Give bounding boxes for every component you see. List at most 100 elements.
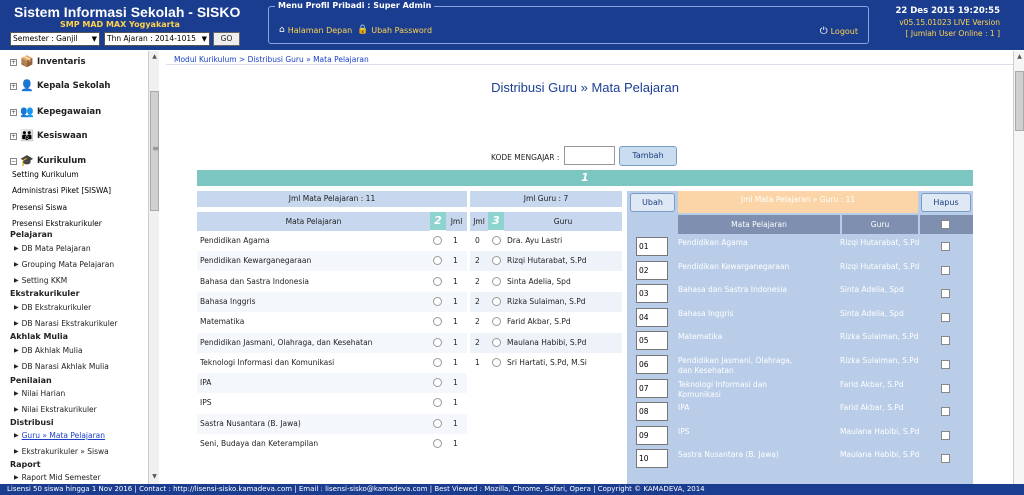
guru-row[interactable]: 2 Sinta Adelia, Spd — [470, 271, 622, 292]
sidebar-item-nilai-harian[interactable]: ▶ Nilai Harian — [14, 389, 65, 399]
guru-row[interactable]: 2 Farid Akbar, S.Pd — [470, 312, 622, 333]
row-checkbox[interactable] — [941, 265, 950, 275]
kode-input[interactable]: 05 — [636, 331, 668, 351]
mapel-radio[interactable] — [433, 439, 442, 448]
sidebar-item-presensi-siswa[interactable]: Presensi Siswa — [12, 203, 67, 212]
home-link[interactable]: ⌂ Halaman Depan — [279, 25, 352, 35]
mapel-row[interactable]: Sastra Nusantara (B. Jawa) 1 — [197, 413, 467, 434]
guru-radio[interactable] — [492, 256, 501, 266]
row-checkbox[interactable] — [941, 383, 950, 393]
kode-input[interactable]: 09 — [636, 425, 668, 445]
semester-select[interactable]: Semester : Ganjil ▼ — [10, 32, 100, 46]
main-scrollbar[interactable]: ▲ — [1013, 51, 1024, 484]
row-checkbox[interactable] — [941, 242, 950, 251]
mapel-radio[interactable] — [433, 256, 442, 266]
mapel-radio[interactable] — [433, 296, 442, 306]
mapel-radio[interactable] — [433, 317, 442, 327]
guru-radio[interactable] — [492, 357, 501, 367]
sidebar-item-setting-kurikulum[interactable]: Setting Kurikulum — [12, 170, 79, 179]
go-button[interactable]: GO — [213, 32, 240, 46]
sidebar-item-setting-kkm[interactable]: ▶ Setting KKM — [14, 276, 67, 286]
sidebar-scrollbar[interactable]: ▲ ≡ ▼ — [148, 51, 159, 484]
scroll-up-icon[interactable]: ▲ — [1015, 53, 1024, 62]
mapel-radio[interactable] — [433, 276, 442, 286]
sidebar-item-administrasi-piket[interactable]: Administrasi Piket [SISWA] — [12, 186, 111, 195]
guru-radio[interactable] — [492, 337, 501, 347]
mapel-row[interactable]: Matematika 1 — [197, 312, 467, 333]
kode-input[interactable]: 04 — [636, 307, 668, 327]
sidebar-item-grouping-mata-pelajaran[interactable]: ▶ Grouping Mata Pelajaran — [14, 260, 114, 270]
mapel-name: Bahasa dan Sastra Indonesia — [200, 276, 310, 286]
sidebar-module-kurikulum[interactable]: − 🎓 Kurikulum — [10, 154, 86, 168]
sidebar-item-ekstrakurikuler-siswa[interactable]: ▶ Ekstrakurikuler » Siswa — [14, 447, 109, 457]
row-checkbox[interactable] — [941, 289, 950, 299]
logout-button[interactable]: ⏻ Logout — [820, 26, 858, 37]
mapel-radio[interactable] — [433, 337, 442, 347]
mapel-row[interactable]: Pendidikan Jasmani, Olahraga, dan Keseha… — [197, 332, 467, 353]
hapus-button[interactable]: Hapus — [921, 193, 971, 212]
sidebar-item-db-akhlak-mulia[interactable]: ▶ DB Akhlak Mulia — [14, 346, 83, 356]
guru-row[interactable]: 2 Maulana Habibi, S.Pd — [470, 332, 622, 353]
mapel-row[interactable]: IPA 1 — [197, 373, 467, 394]
mapel-radio[interactable] — [433, 357, 442, 367]
mapel-radio[interactable] — [433, 418, 442, 428]
guru-radio[interactable] — [492, 296, 501, 306]
profile-menu: Menu Profil Pribadi : Super Admin ⌂ Halam… — [268, 1, 869, 44]
change-password-link[interactable]: 🔒 Ubah Password — [357, 25, 432, 35]
guru-radio[interactable] — [492, 317, 501, 327]
mapel-row[interactable]: IPS 1 — [197, 393, 467, 414]
tambah-button[interactable]: Tambah — [619, 146, 677, 166]
sidebar-item-guru-mata-pelajaran[interactable]: ▶ Guru » Mata Pelajaran — [14, 431, 105, 441]
sidebar-item-label: Setting KKM — [21, 276, 68, 285]
sidebar-item-db-narasi-ekstrakurikuler[interactable]: ▶ DB Narasi Ekstrakurikuler — [14, 319, 117, 329]
kode-input[interactable]: 10 — [636, 449, 668, 469]
mapel-row[interactable]: Pendidikan Kewarganegaraan 1 — [197, 251, 467, 272]
triangle-right-icon: ▶ — [14, 277, 19, 284]
ubah-button[interactable]: Ubah — [630, 193, 675, 212]
sidebar-scroll-thumb[interactable]: ≡ — [150, 91, 159, 211]
kode-input[interactable]: 02 — [636, 260, 668, 280]
kode-input[interactable]: 03 — [636, 284, 668, 304]
kode-mengajar-input[interactable] — [564, 146, 615, 165]
kode-input[interactable]: 01 — [636, 237, 668, 256]
sidebar-item-nilai-ekstrakurikuler[interactable]: ▶ Nilai Ekstrakurikuler — [14, 405, 97, 415]
guru-row[interactable]: 2 Rizka Sulaiman, S.Pd — [470, 291, 622, 312]
sidebar-module-kesiswaan[interactable]: + 👪 Kesiswaan — [10, 129, 88, 143]
row-checkbox[interactable] — [941, 312, 950, 322]
guru-row[interactable]: 1 Sri Hartati, S.Pd, M.Si — [470, 352, 622, 373]
sidebar-item-db-ekstrakurikuler[interactable]: ▶ DB Ekstrakurikuler — [14, 303, 91, 313]
row-checkbox[interactable] — [941, 407, 950, 417]
breadcrumb[interactable]: Modul Kurikulum > Distribusi Guru » Mata… — [174, 55, 369, 64]
mapel-radio[interactable] — [433, 378, 442, 388]
mapel-row[interactable]: Bahasa Inggris 1 — [197, 291, 467, 312]
row-checkbox[interactable] — [941, 360, 950, 369]
guru-radio[interactable] — [492, 276, 501, 286]
mapel-radio[interactable] — [433, 236, 442, 245]
kode-input[interactable]: 08 — [636, 402, 668, 422]
mapel-radio[interactable] — [433, 398, 442, 408]
row-checkbox[interactable] — [941, 336, 950, 346]
logout-label: Logout — [830, 27, 858, 36]
guru-row[interactable]: 0 Dra. Ayu Lastri — [470, 231, 622, 251]
row-checkbox[interactable] — [941, 454, 950, 464]
mapel-row[interactable]: Teknologi Informasi dan Komunikasi 1 — [197, 352, 467, 373]
sidebar-item-raport-mid-semester[interactable]: ▶ Raport Mid Semester — [14, 473, 101, 483]
sidebar-item-db-narasi-akhlak-mulia[interactable]: ▶ DB Narasi Akhlak Mulia — [14, 362, 109, 372]
sidebar-module-inventaris[interactable]: + 📦 Inventaris — [10, 55, 86, 69]
select-all-checkbox[interactable] — [941, 220, 950, 229]
guru-radio[interactable] — [492, 236, 501, 245]
row-checkbox[interactable] — [941, 430, 950, 440]
kode-input[interactable]: 06 — [636, 355, 668, 374]
year-select[interactable]: Thn Ajaran : 2014-1015 ▼ — [104, 32, 210, 46]
kode-input[interactable]: 07 — [636, 378, 668, 398]
guru-row[interactable]: 2 Rizqi Hutarabat, S.Pd — [470, 251, 622, 272]
dist-mapel: Bahasa Inggris — [678, 308, 734, 318]
scroll-down-icon[interactable]: ▼ — [150, 473, 159, 482]
mapel-row[interactable]: Seni, Budaya dan Keterampilan 1 — [197, 434, 467, 454]
sidebar-item-presensi-ekstrakurikuler[interactable]: Presensi Ekstrakurikuler — [12, 219, 102, 228]
sidebar-item-db-mata-pelajaran[interactable]: ▶ DB Mata Pelajaran — [14, 244, 91, 254]
mapel-row[interactable]: Bahasa dan Sastra Indonesia 1 — [197, 271, 467, 292]
sidebar-module-kepegawaian[interactable]: + 👥 Kepegawaian — [10, 105, 101, 119]
mapel-row[interactable]: Pendidikan Agama 1 — [197, 231, 467, 251]
scroll-up-icon[interactable]: ▲ — [150, 53, 159, 62]
